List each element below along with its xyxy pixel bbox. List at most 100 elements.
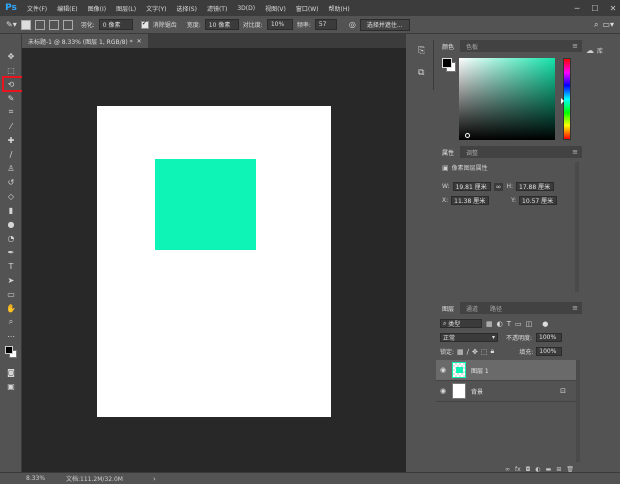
marquee-tool-icon[interactable]: ⬚ [4,64,18,76]
blur-tool-icon[interactable]: ● [4,218,18,230]
tab-swatches[interactable]: 色板 [460,40,484,52]
move-tool-icon[interactable]: ✥ [4,50,18,62]
minimize-icon[interactable]: ─ [570,1,584,15]
filter-pixel-icon[interactable]: ▦ [486,320,493,328]
layer-name[interactable]: 图层 1 [471,366,489,375]
clone-stamp-tool-icon[interactable]: ♙ [4,162,18,174]
link-icon[interactable]: ∞ [493,182,504,191]
lock-artboard-icon[interactable]: ⬚ [481,348,488,356]
menu-type[interactable]: 文字(Y) [141,4,171,13]
select-and-mask-button[interactable]: 选择并遮住... [359,18,410,31]
screen-mode-icon[interactable]: ▣ [4,380,18,392]
feather-input[interactable]: 0 像素 [98,19,133,30]
antialias-checkbox[interactable] [140,19,149,29]
lock-all-icon[interactable]: 🔒︎ [491,347,495,356]
close-tab-icon[interactable]: ✕ [137,38,142,45]
menu-image[interactable]: 图像(I) [83,4,111,13]
pen-tool-icon[interactable]: ✒ [4,246,18,258]
link-layers-icon[interactable]: ∞ [505,466,510,474]
fill-input[interactable]: 100% [536,347,563,356]
tab-channels[interactable]: 通道 [460,302,484,314]
quick-mask-icon[interactable]: ◙ [4,366,18,378]
add-mask-icon[interactable]: ◘ [526,466,531,474]
tab-properties[interactable]: 属性 [436,146,461,158]
status-arrow-icon[interactable]: › [153,475,156,483]
menu-layer[interactable]: 图层(L) [111,4,141,13]
workspace-icon[interactable]: ▭▾ [602,20,614,29]
layer-style-icon[interactable]: fx [515,466,521,474]
height-field[interactable]: 17.88 厘米 [516,182,554,191]
foreground-background-colors[interactable] [4,346,18,362]
libraries-icon[interactable]: ☁ [586,46,594,55]
filter-shape-icon[interactable]: ▭ [515,320,522,328]
layer-name[interactable]: 背景 [471,387,483,396]
zoom-level[interactable]: 8.33% [26,475,66,482]
close-icon[interactable]: ✕ [606,1,620,15]
search-icon[interactable]: ⌕ [594,20,598,30]
zoom-tool-icon[interactable]: ⌕ [4,316,18,328]
more-tools-icon[interactable]: ⋯ [4,330,18,342]
history-brush-tool-icon[interactable]: ↺ [4,176,18,188]
visibility-eye-icon[interactable]: ◉ [436,387,450,395]
properties-scrollbar[interactable] [575,162,579,292]
document-tab[interactable]: 未标题-1 @ 8.33% (图层 1, RGB/8) * ✕ [22,34,148,48]
layer-thumbnail[interactable] [452,383,466,399]
y-field[interactable]: 10.57 厘米 [519,196,558,205]
layers-scrollbar[interactable] [576,360,580,462]
layer-filter-select[interactable]: ⌕ 类型 [440,319,482,328]
dodge-tool-icon[interactable]: ◔ [4,232,18,244]
menu-edit[interactable]: 编辑(E) [52,4,82,13]
new-selection-icon[interactable] [20,19,31,30]
menu-select[interactable]: 选择(S) [171,4,202,13]
menu-help[interactable]: 帮助(H) [324,4,355,13]
contrast-input[interactable]: 10% [266,19,293,30]
hue-slider[interactable] [561,58,571,140]
blend-mode-select[interactable]: 正常 ▾ [440,333,498,342]
layer-row[interactable]: ◉ 背景 ⊡ [436,381,576,402]
properties-menu-icon[interactable]: ≡ [572,148,578,156]
filter-adjust-icon[interactable]: ◐ [497,320,503,328]
lock-position-icon[interactable]: ✥ [472,348,478,356]
opacity-input[interactable]: 100% [536,333,563,342]
lock-pixels-icon[interactable]: ∕ [467,348,469,356]
tab-color[interactable]: 颜色 [436,40,461,52]
magnetic-lasso-preset-icon[interactable]: ✎▾ [6,20,17,29]
tab-adjustments[interactable]: 调整 [460,146,484,158]
width-input[interactable]: 10 像素 [204,19,239,30]
layer-row[interactable]: ◉ 图层 1 [436,360,576,381]
swatches-panel-icon[interactable]: ⧉ [418,68,424,78]
eyedropper-tool-icon[interactable]: ⁄ [4,120,18,132]
menu-view[interactable]: 视图(V) [260,4,291,13]
quick-selection-tool-icon[interactable]: ✎ [4,92,18,104]
lock-transparent-icon[interactable]: ▦ [457,348,464,356]
teal-rectangle-layer[interactable] [155,159,256,250]
width-field[interactable]: 19.81 厘米 [452,182,491,191]
filter-type-icon[interactable]: T [507,320,511,328]
libraries-label[interactable]: 库 [597,46,603,55]
add-selection-icon[interactable] [34,19,45,30]
hue-slider-handle[interactable] [561,98,564,104]
intersect-selection-icon[interactable] [62,19,73,30]
color-field[interactable] [459,58,555,140]
menu-filter[interactable]: 滤镜(T) [202,4,232,13]
maximize-icon[interactable]: ☐ [588,1,602,15]
path-selection-tool-icon[interactable]: ➤ [4,274,18,286]
delete-layer-icon[interactable]: 🗑︎ [566,466,574,474]
menu-window[interactable]: 窗口(W) [291,4,324,13]
rectangle-tool-icon[interactable]: ▭ [4,288,18,300]
panel-menu-icon[interactable]: ≡ [572,42,578,50]
new-layer-icon[interactable]: ⊞ [556,466,561,474]
hand-tool-icon[interactable]: ✋ [4,302,18,314]
filter-toggle-icon[interactable]: ● [542,320,548,328]
visibility-eye-icon[interactable]: ◉ [436,366,450,374]
type-tool-icon[interactable]: T [4,260,18,272]
tab-layers[interactable]: 图层 [436,302,461,314]
canvas-workspace[interactable] [22,48,406,472]
adjustment-layer-icon[interactable]: ◐ [535,466,540,474]
healing-brush-tool-icon[interactable]: ✚ [4,134,18,146]
color-picker-marker[interactable] [465,133,470,138]
menu-3d[interactable]: 3D(D) [232,5,260,12]
tab-paths[interactable]: 路径 [484,302,508,314]
eraser-tool-icon[interactable]: ◇ [4,190,18,202]
crop-tool-icon[interactable]: ⌗ [4,106,18,118]
